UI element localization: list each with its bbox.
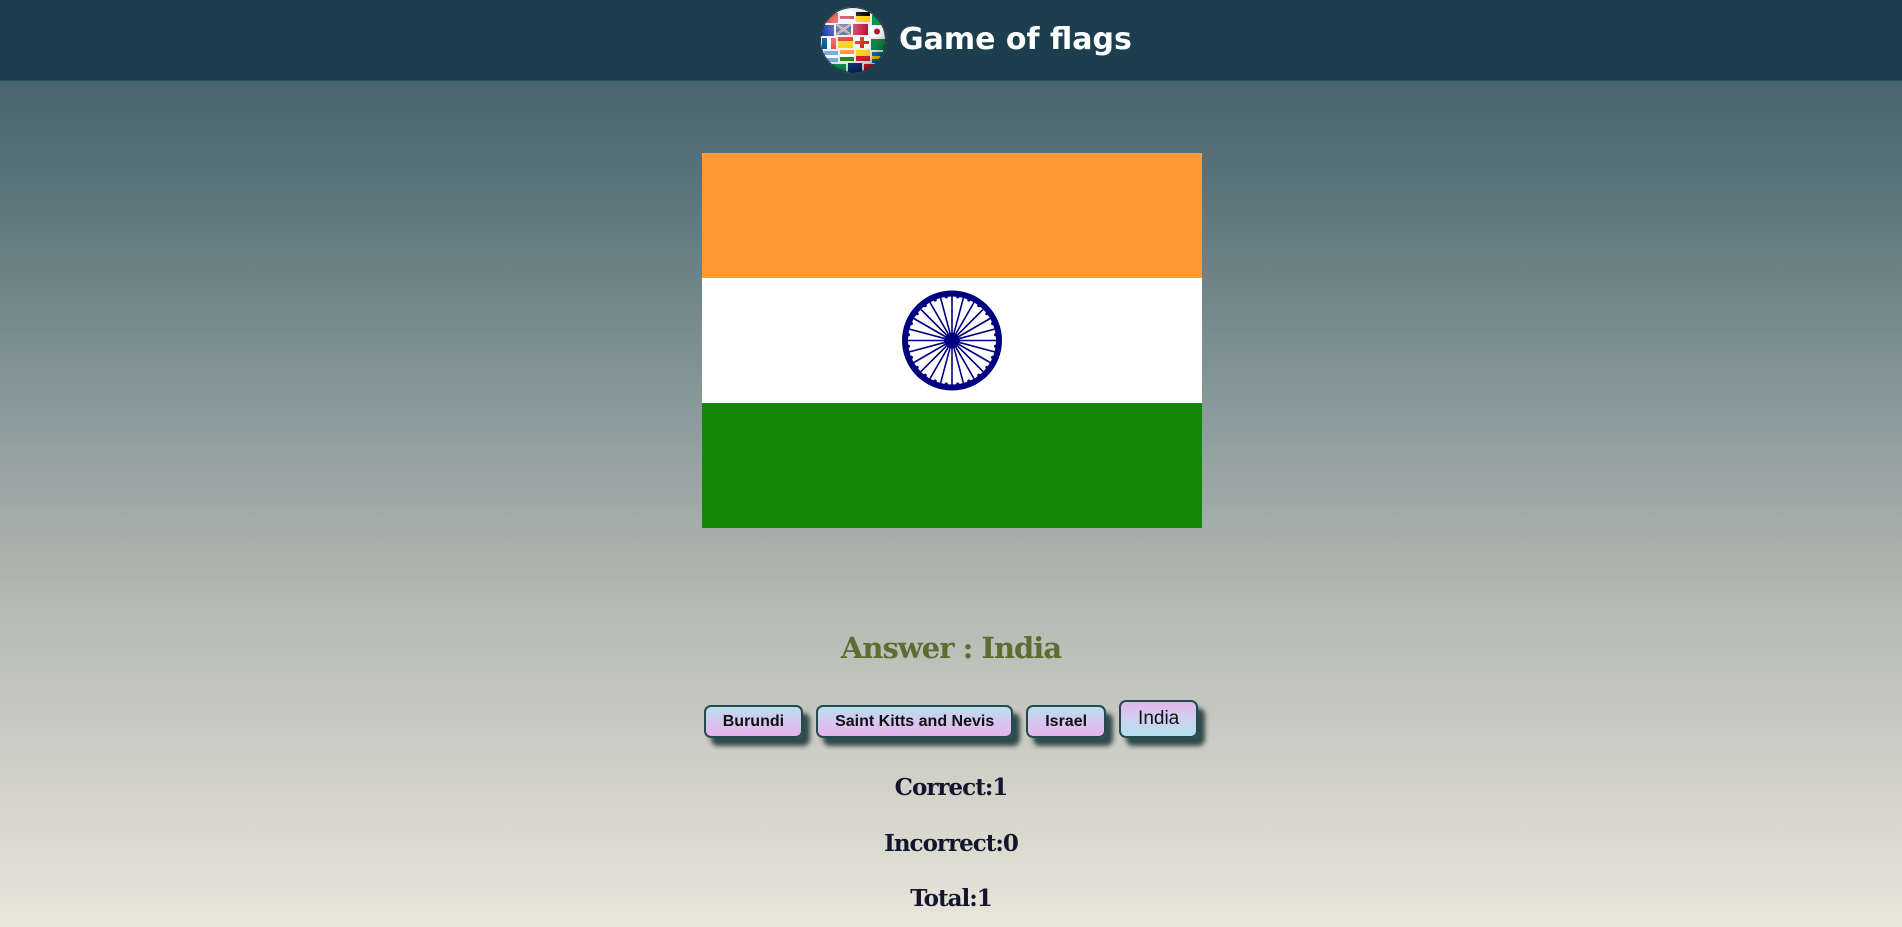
- chakra-rim-dot: [956, 295, 960, 299]
- app-title: Game of flags: [899, 22, 1132, 57]
- chakra-rim-dot: [967, 379, 971, 383]
- option-button-saint-kitts-and-nevis[interactable]: Saint Kitts and Nevis: [816, 704, 1014, 738]
- option-button-burundi[interactable]: Burundi: [703, 704, 804, 738]
- answer-options: Burundi Saint Kitts and Nevis Israel Ind…: [0, 700, 1902, 738]
- chakra-rim-dot: [923, 373, 927, 378]
- flag-stripe-top: [702, 153, 1202, 278]
- chakra-rim-dot: [991, 322, 995, 326]
- flag-stripe-bottom: [702, 403, 1202, 528]
- chakra-rim-dot: [909, 355, 913, 359]
- chakra-rim-dot: [991, 355, 995, 359]
- chakra-rim-dot: [906, 344, 910, 348]
- chakra-rim-dot: [944, 295, 948, 299]
- chakra-rim-dot: [985, 365, 989, 369]
- score-incorrect: Incorrect:0: [884, 830, 1019, 857]
- chakra-rim-dot: [994, 333, 998, 337]
- chakra-rim-dot: [994, 344, 998, 348]
- score-correct: Correct:1: [894, 774, 1009, 801]
- flags-globe-icon: [820, 7, 886, 73]
- chakra-rim-dot: [933, 379, 937, 383]
- option-button-india[interactable]: India: [1119, 700, 1199, 738]
- answer-label: Answer : India: [840, 631, 1062, 665]
- chakra-rim-dot: [923, 303, 927, 308]
- chakra-rim-dot: [944, 382, 948, 386]
- chakra-rim-dot: [906, 333, 910, 337]
- chakra-rim-dot: [933, 298, 937, 302]
- chakra-rim-dot: [915, 312, 919, 316]
- chakra-rim-dot: [977, 373, 981, 378]
- chakra-rim-dot: [915, 365, 919, 369]
- chakra-rim-dot: [967, 298, 971, 302]
- chakra-rim-dot: [977, 303, 981, 308]
- chakra-rim-dot: [985, 312, 989, 316]
- score-total: Total:1: [910, 885, 993, 912]
- flag-image: [702, 153, 1202, 528]
- header-bar: Game of flags: [0, 0, 1902, 81]
- ashoka-chakra-icon: [902, 290, 1002, 391]
- chakra-rim-dot: [956, 382, 960, 386]
- chakra-rim-dot: [909, 322, 913, 326]
- option-button-israel[interactable]: Israel: [1026, 704, 1107, 738]
